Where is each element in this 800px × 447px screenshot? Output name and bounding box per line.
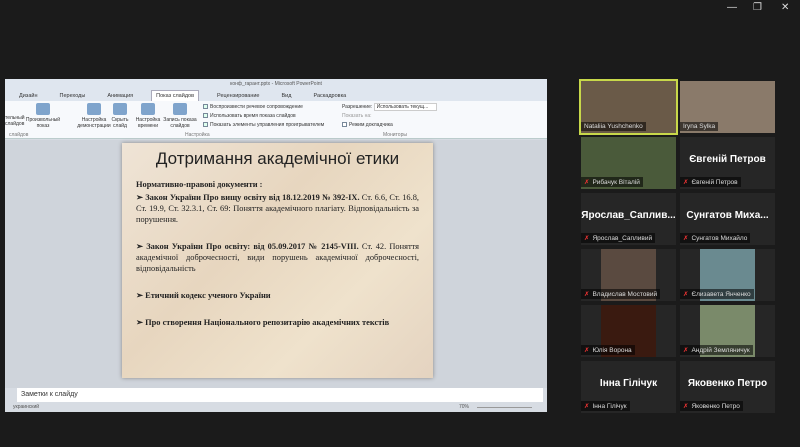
participant-tile[interactable]: Інна Гілічук ✗ Інна Гілічук bbox=[581, 361, 676, 413]
slide-bullet: ➢ Закон України Про вищу освіту від 18.1… bbox=[136, 193, 419, 224]
from-start-button[interactable]: тельный слайдов bbox=[5, 115, 25, 127]
setup-show-button[interactable]: Настройка демонстрации bbox=[77, 103, 111, 129]
participant-name: ✗ Яковенко Петро bbox=[680, 401, 743, 411]
slide-subtitle: Нормативно-правові документи : bbox=[136, 180, 263, 189]
language-status: украинский bbox=[13, 404, 40, 410]
tab-view[interactable]: Вид bbox=[278, 91, 296, 101]
participant-tile[interactable]: ✗ Рибачук Віталій bbox=[581, 137, 676, 189]
presenter-view-checkbox[interactable]: Режим докладчика bbox=[342, 122, 393, 128]
checkbox-timings[interactable]: Использовать время показа слайдов bbox=[203, 113, 296, 119]
participant-tile[interactable]: ✗ Андрій Земляничук bbox=[680, 305, 775, 357]
participant-name: Nataliia Yushchenko bbox=[581, 122, 646, 131]
slide-canvas[interactable]: Дотримання академічної етики Нормативно-… bbox=[5, 140, 547, 388]
participant-name: ✗ Юлія Ворона bbox=[581, 345, 635, 355]
resolution-select[interactable]: Разрешение: Использовать текущ... bbox=[342, 103, 438, 111]
muted-mic-icon: ✗ bbox=[584, 291, 590, 298]
slide-bullet: ➢ Закон України Про освіту: від 05.09.20… bbox=[136, 242, 420, 273]
participant-tile[interactable]: Ярослав_Саплив... ✗ Ярослав_Сапливий bbox=[581, 193, 676, 245]
record-show-button[interactable]: Запись показа слайдов bbox=[163, 103, 197, 129]
participant-name: ✗ Єлизавета Янченко bbox=[680, 289, 754, 299]
tab-storyboard[interactable]: Раскадровка bbox=[309, 91, 350, 101]
maximize-button[interactable]: ❐ bbox=[753, 2, 762, 13]
muted-mic-icon: ✗ bbox=[683, 347, 689, 354]
group-label: Мониторы bbox=[383, 132, 407, 138]
participant-name: ✗ Сунгатов Михайло bbox=[680, 233, 751, 243]
tab-transitions[interactable]: Переходы bbox=[56, 91, 90, 101]
participant-tile[interactable]: Iryna Sylka bbox=[680, 81, 775, 133]
muted-mic-icon: ✗ bbox=[683, 291, 689, 298]
muted-mic-icon: ✗ bbox=[683, 403, 689, 410]
participant-name-large: Сунгатов Миха... bbox=[686, 210, 769, 221]
zoom-level[interactable]: 70% bbox=[459, 403, 469, 412]
participant-name-large: Ярослав_Саплив... bbox=[581, 210, 676, 221]
participant-name: ✗ Ярослав_Сапливий bbox=[581, 233, 656, 243]
participant-name: Iryna Sylka bbox=[680, 122, 719, 131]
muted-mic-icon: ✗ bbox=[584, 403, 590, 410]
tab-review[interactable]: Рецензирование bbox=[213, 91, 263, 101]
muted-mic-icon: ✗ bbox=[683, 179, 689, 186]
participant-name-large: Яковенко Петро bbox=[687, 378, 768, 389]
minimize-button[interactable]: — bbox=[727, 2, 737, 13]
record-icon bbox=[173, 103, 187, 115]
participant-tile[interactable]: ✗ Єлизавета Янченко bbox=[680, 249, 775, 301]
muted-mic-icon: ✗ bbox=[683, 235, 689, 242]
participant-name-large: Євгеній Петров bbox=[689, 154, 766, 165]
slide-bullet: ➢ Про створення Національного репозитарі… bbox=[136, 318, 390, 327]
notes-input[interactable]: Заметки к слайду bbox=[17, 388, 543, 402]
participant-tile[interactable]: Яковенко Петро ✗ Яковенко Петро bbox=[680, 361, 775, 413]
rehearse-timings-button[interactable]: Настройка времени bbox=[133, 103, 163, 129]
status-bar: украинский 70% bbox=[5, 403, 547, 412]
slide-title: Дотримання академічної етики bbox=[155, 149, 400, 168]
participant-tile[interactable]: ✗ Владислав Мостовий bbox=[581, 249, 676, 301]
window-title: конф_гарант.pptx - Microsoft PowerPoint bbox=[5, 79, 547, 89]
setup-icon bbox=[87, 103, 101, 115]
participant-tile[interactable]: Сунгатов Миха... ✗ Сунгатов Михайло bbox=[680, 193, 775, 245]
close-button[interactable]: ✕ bbox=[781, 2, 789, 13]
group-label: слайдов bbox=[9, 132, 29, 138]
participant-name: ✗ Інна Гілічук bbox=[581, 401, 630, 411]
group-label: Настройка bbox=[185, 132, 210, 138]
ribbon: тельный слайдов Произвольный показ Настр… bbox=[5, 101, 547, 139]
participant-name: ✗ Євгеній Петров bbox=[680, 177, 741, 187]
show-on-select[interactable]: Показать на: bbox=[342, 113, 372, 119]
custom-show-icon bbox=[36, 103, 50, 115]
participant-name: ✗ Андрій Земляничук bbox=[680, 345, 753, 355]
muted-mic-icon: ✗ bbox=[584, 235, 590, 242]
participant-tile[interactable]: ✗ Юлія Ворона bbox=[581, 305, 676, 357]
tab-design[interactable]: Дизайн bbox=[15, 91, 42, 101]
muted-mic-icon: ✗ bbox=[584, 179, 590, 186]
zoom-slider[interactable] bbox=[477, 407, 532, 408]
meeting-top-bar: — ❐ ✕ bbox=[0, 0, 800, 16]
ribbon-tabs: Дизайн Переходы Анимация Показ слайдов Р… bbox=[5, 89, 547, 101]
participant-tile[interactable]: Nataliia Yushchenko bbox=[579, 79, 678, 135]
timer-icon bbox=[141, 103, 155, 115]
slide[interactable]: Дотримання академічної етики Нормативно-… bbox=[122, 143, 433, 378]
tab-slideshow[interactable]: Показ слайдов bbox=[151, 90, 200, 101]
tab-animation[interactable]: Анимация bbox=[103, 91, 137, 101]
participant-tile[interactable]: Євгеній Петров ✗ Євгеній Петров bbox=[680, 137, 775, 189]
participant-name-large: Інна Гілічук bbox=[599, 378, 658, 389]
checkbox-narration[interactable]: Воспроизвести речевое сопровождение bbox=[203, 104, 303, 110]
muted-mic-icon: ✗ bbox=[584, 347, 590, 354]
custom-show-button[interactable]: Произвольный показ bbox=[25, 103, 61, 129]
powerpoint-window: конф_гарант.pptx - Microsoft PowerPoint … bbox=[5, 79, 547, 412]
hide-slide-icon bbox=[113, 103, 127, 115]
participant-name: ✗ Владислав Мостовий bbox=[581, 289, 661, 299]
checkbox-media-controls[interactable]: Показать элементы управления проигрывате… bbox=[203, 122, 324, 128]
slide-bullet: ➢ Етичний кодекс ученого України bbox=[136, 291, 271, 300]
hide-slide-button[interactable]: Скрыть слайд bbox=[111, 103, 129, 129]
participant-name: ✗ Рибачук Віталій bbox=[581, 177, 643, 187]
